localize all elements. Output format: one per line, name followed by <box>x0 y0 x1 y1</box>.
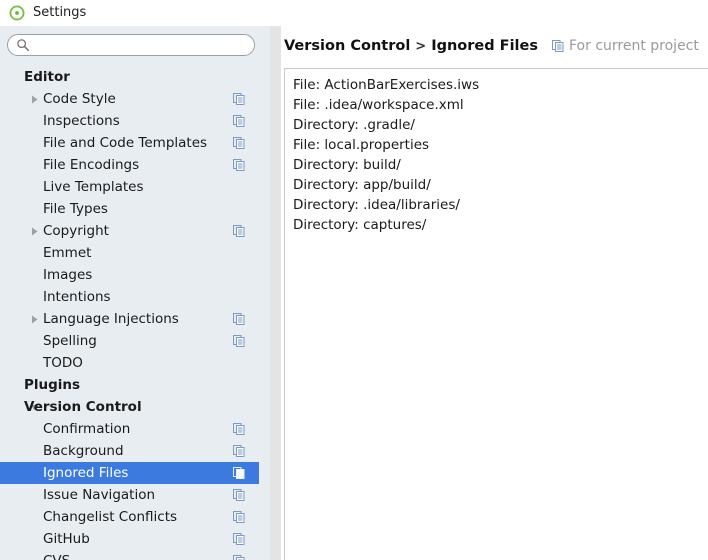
copy-pages-icon[interactable] <box>233 489 245 501</box>
chevron-right-icon[interactable] <box>29 314 40 325</box>
sidebar-item-images[interactable]: Images <box>0 264 259 286</box>
chevron-right-icon[interactable] <box>29 94 40 105</box>
sidebar-item-label: CVS <box>43 550 70 560</box>
copy-pages-icon[interactable] <box>233 335 245 347</box>
sidebar-item-version-control[interactable]: Version Control <box>0 396 259 418</box>
sidebar-item-inspections[interactable]: Inspections <box>0 110 259 132</box>
copy-pages-icon[interactable] <box>233 115 245 127</box>
settings-sidebar: Editor Code Style Inspections File and Code… <box>0 26 262 560</box>
sidebar-item-label: Emmet <box>43 245 92 261</box>
copy-pages-icon[interactable] <box>233 423 245 435</box>
sidebar-item-todo[interactable]: TODO <box>0 352 259 374</box>
sidebar-item-ignored-files[interactable]: Ignored Files <box>0 462 259 484</box>
sidebar-item-github[interactable]: GitHub <box>0 528 259 550</box>
copy-pages-icon[interactable] <box>233 555 245 560</box>
sidebar-item-label: Spelling <box>43 333 97 349</box>
ignored-file-row[interactable]: Directory: captures/ <box>285 215 708 235</box>
sidebar-item-label: Language Injections <box>43 311 179 327</box>
title-bar: Settings <box>0 0 708 26</box>
sidebar-item-label: Intentions <box>43 289 111 305</box>
copy-pages-icon[interactable] <box>233 533 245 545</box>
sidebar-item-label: Changelist Conflicts <box>43 509 178 525</box>
sidebar-item-label: Plugins <box>24 377 81 393</box>
sidebar-item-copyright[interactable]: Copyright <box>0 220 259 242</box>
sidebar-item-label: Ignored Files <box>43 465 129 481</box>
sidebar-item-live-templates[interactable]: Live Templates <box>0 176 259 198</box>
sidebar-item-confirmation[interactable]: Confirmation <box>0 418 259 440</box>
chevron-right-icon[interactable] <box>29 226 40 237</box>
sidebar-item-spelling[interactable]: Spelling <box>0 330 259 352</box>
sidebar-item-editor[interactable]: Editor <box>0 66 259 88</box>
sidebar-item-file-and-code-templates[interactable]: File and Code Templates <box>0 132 259 154</box>
ignored-file-row[interactable]: Directory: build/ <box>285 155 708 175</box>
ignored-file-row[interactable]: File: .idea/workspace.xml <box>285 95 708 115</box>
copy-pages-icon[interactable] <box>233 137 245 149</box>
sidebar-item-label: Images <box>43 267 93 283</box>
sidebar-item-label: Version Control <box>24 399 142 415</box>
copy-pages-icon[interactable] <box>233 313 245 325</box>
sidebar-item-intentions[interactable]: Intentions <box>0 286 259 308</box>
sidebar-item-label: Live Templates <box>43 179 144 195</box>
ignored-file-row[interactable]: Directory: .gradle/ <box>285 115 708 135</box>
sidebar-item-plugins[interactable]: Plugins <box>0 374 259 396</box>
sidebar-item-emmet[interactable]: Emmet <box>0 242 259 264</box>
copy-pages-icon[interactable] <box>233 445 245 457</box>
sidebar-item-issue-navigation[interactable]: Issue Navigation <box>0 484 259 506</box>
sidebar-item-language-injections[interactable]: Language Injections <box>0 308 259 330</box>
sidebar-item-label: Confirmation <box>43 421 131 437</box>
copy-pages-icon[interactable] <box>233 159 245 171</box>
breadcrumb-separator: > <box>415 38 427 54</box>
breadcrumb-current: Ignored Files <box>431 38 538 54</box>
copy-pages-icon <box>552 40 564 52</box>
sidebar-item-label: Copyright <box>43 223 109 239</box>
ignored-files-list[interactable]: File: ActionBarExercises.iws File: .idea/… <box>284 68 708 560</box>
copy-pages-icon[interactable] <box>233 467 245 479</box>
panel-divider[interactable] <box>270 26 281 560</box>
scope-label: For current project <box>569 38 699 54</box>
settings-window: Settings Editor Code Style Inspections File… <box>0 0 708 560</box>
search-input[interactable] <box>7 34 255 56</box>
copy-pages-icon[interactable] <box>233 225 245 237</box>
sidebar-item-cvs[interactable]: CVS <box>0 550 259 560</box>
ignored-file-row[interactable]: File: ActionBarExercises.iws <box>285 75 708 95</box>
sidebar-item-label: File and Code Templates <box>43 135 208 151</box>
search-box[interactable] <box>7 34 255 56</box>
sidebar-item-code-style[interactable]: Code Style <box>0 88 259 110</box>
ignored-file-row[interactable]: File: local.properties <box>285 135 708 155</box>
sidebar-item-label: TODO <box>43 355 83 371</box>
sidebar-item-label: File Encodings <box>43 157 140 173</box>
sidebar-item-label: GitHub <box>43 531 90 547</box>
sidebar-item-label: Code Style <box>43 91 116 107</box>
content-panel: Version Control > Ignored Files For curr… <box>281 26 708 560</box>
settings-tree[interactable]: Editor Code Style Inspections File and Code… <box>0 66 262 560</box>
android-studio-icon <box>9 5 25 21</box>
breadcrumb: Version Control > Ignored Files For curr… <box>284 38 699 54</box>
sidebar-item-label: Issue Navigation <box>43 487 156 503</box>
sidebar-item-label: Inspections <box>43 113 120 129</box>
sidebar-item-label: Background <box>43 443 124 459</box>
sidebar-item-file-encodings[interactable]: File Encodings <box>0 154 259 176</box>
sidebar-item-background[interactable]: Background <box>0 440 259 462</box>
breadcrumb-parent: Version Control <box>284 38 411 54</box>
ignored-file-row[interactable]: Directory: .idea/libraries/ <box>285 195 708 215</box>
sidebar-item-label: File Types <box>43 201 108 217</box>
sidebar-scrollbar-track[interactable] <box>259 26 528 560</box>
sidebar-item-label: Editor <box>24 69 70 85</box>
ignored-file-row[interactable]: Directory: app/build/ <box>285 175 708 195</box>
copy-pages-icon[interactable] <box>233 511 245 523</box>
copy-pages-icon[interactable] <box>233 93 245 105</box>
window-title: Settings <box>33 5 87 20</box>
sidebar-item-changelist-conflicts[interactable]: Changelist Conflicts <box>0 506 259 528</box>
sidebar-item-file-types[interactable]: File Types <box>0 198 259 220</box>
